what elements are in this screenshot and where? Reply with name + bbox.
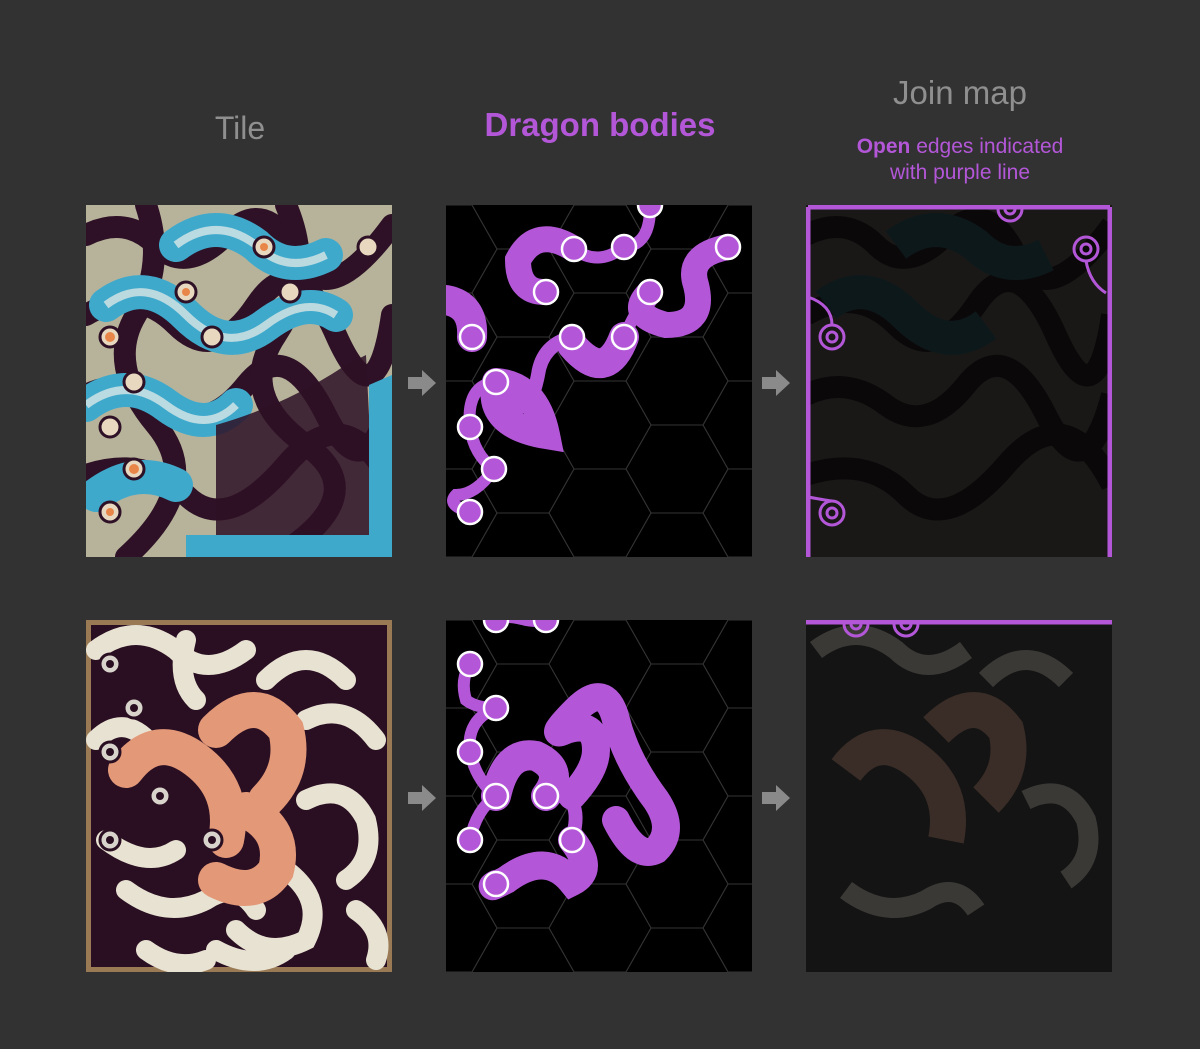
open-edges-note-line2: with purple line: [889, 161, 1031, 184]
right-arrow-icon: [408, 370, 436, 396]
tile-image-2: [86, 620, 392, 972]
tile-heading: Tile: [214, 110, 266, 146]
join-map-2: [806, 620, 1112, 972]
open-edges-note: Open edges indicated with purple line: [820, 134, 1100, 186]
dragon-bodies-heading: Dragon bodies: [484, 106, 716, 143]
right-arrow-icon: [762, 370, 790, 396]
open-edges-note-line1: edges indicated: [910, 135, 1064, 158]
join-map-heading: Join map: [893, 74, 1027, 111]
dragon-bodies-diagram-1: [446, 205, 752, 557]
open-edges-note-bold: Open: [856, 135, 911, 158]
tile-image-1: [86, 205, 392, 557]
join-map-1: [806, 205, 1112, 557]
right-arrow-icon: [762, 785, 790, 811]
dragon-bodies-diagram-2: [446, 620, 752, 972]
right-arrow-icon: [408, 785, 436, 811]
